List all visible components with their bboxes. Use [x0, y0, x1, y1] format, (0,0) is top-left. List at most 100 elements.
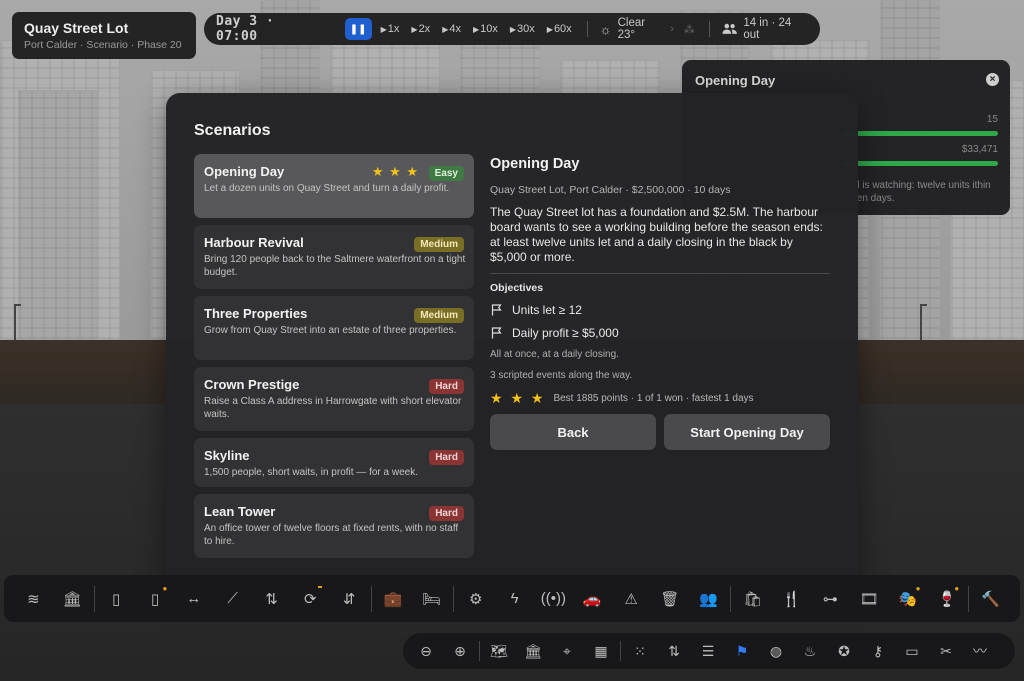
- play-icon: ▶: [380, 24, 387, 34]
- divider: [370, 585, 372, 612]
- scenario-item-lean-tower[interactable]: Lean Tower Hard An office tower of twelv…: [194, 494, 474, 558]
- sort-arrows-icon[interactable]: ⇅: [657, 636, 691, 666]
- map-icon[interactable]: 🗺: [482, 636, 516, 666]
- speed-1x-button[interactable]: ▶ 1x: [378, 23, 403, 35]
- people-icon[interactable]: 👥: [689, 581, 728, 617]
- film-icon[interactable]: 🎞: [850, 581, 889, 617]
- objective-item: Units let ≥ 12: [490, 302, 830, 317]
- cash-icon[interactable]: ▭: [895, 636, 929, 666]
- back-button[interactable]: Back: [490, 414, 656, 450]
- escalator-icon[interactable]: ⟳: [291, 581, 330, 617]
- best-record-text: Best 1885 points · 1 of 1 won · fastest …: [553, 393, 754, 404]
- start-scenario-button[interactable]: Start Opening Day: [664, 414, 830, 450]
- theater-masks-icon[interactable]: 🎭 ●: [889, 581, 928, 617]
- speed-2x-button[interactable]: ▶ 2x: [408, 23, 433, 35]
- divider: [479, 641, 480, 661]
- zoom-in-icon[interactable]: ⊕: [443, 636, 477, 666]
- scenario-item-harbour-revival[interactable]: Harbour Revival Medium Bring 120 people …: [194, 225, 474, 289]
- dumbbell-icon[interactable]: ⊶: [811, 581, 850, 617]
- scenario-item-opening-day[interactable]: Opening Day ★ ★ ★ Easy Let a dozen units…: [194, 154, 474, 218]
- difficulty-badge: Medium: [414, 237, 464, 252]
- stairs-icon[interactable]: ⟋: [213, 581, 252, 617]
- lock-icon: ●: [915, 583, 921, 593]
- speed-10x-button[interactable]: ▶ 10x: [470, 23, 501, 35]
- pause-icon: ❚❚: [349, 23, 367, 35]
- difficulty-badge: Hard: [429, 379, 464, 394]
- scenario-item-skyline[interactable]: Skyline Hard 1,500 people, short waits, …: [194, 438, 474, 487]
- build-toolbar: ≋ 🏛 ▯ ▯ ● ↔ ⟋ ⇅ ⟳ ⇵ 💼 🛏 ⚙ ϟ ((•)) 🚗 ⚠ 🗑 👥…: [4, 575, 1020, 622]
- pause-button[interactable]: ❚❚: [344, 18, 372, 40]
- door-locked-icon[interactable]: ▯ ●: [136, 581, 175, 617]
- divider: [586, 21, 588, 37]
- elevator-icon[interactable]: ⇅: [252, 581, 291, 617]
- scenario-description: Grow from Quay Street into an estate of …: [204, 325, 457, 336]
- crosshair-icon[interactable]: ⌖: [550, 636, 584, 666]
- briefcase-icon[interactable]: 💼: [374, 581, 413, 617]
- sliders-icon[interactable]: ☰: [691, 636, 725, 666]
- street-lamp: [14, 304, 21, 340]
- hammer-icon[interactable]: 🔨: [971, 581, 1010, 617]
- objective-label: Daily profit ≥ $5,000: [512, 325, 619, 340]
- divider: [93, 585, 95, 612]
- building-icon[interactable]: ▦: [584, 636, 618, 666]
- lock-icon: ●: [954, 583, 960, 593]
- bed-icon[interactable]: 🛏: [412, 581, 451, 617]
- award-icon[interactable]: ✪: [827, 636, 861, 666]
- globe-icon[interactable]: ◍: [759, 636, 793, 666]
- lock-icon: ●: [162, 583, 168, 593]
- notification-dot: [317, 585, 322, 588]
- scenario-item-crown-prestige[interactable]: Crown Prestige Hard Raise a Class A addr…: [194, 367, 474, 431]
- layers-icon[interactable]: ≋: [14, 581, 53, 617]
- arrows-horizontal-icon[interactable]: ↔: [174, 581, 213, 617]
- bank-icon[interactable]: 🏛: [53, 581, 92, 617]
- bank-icon[interactable]: 🏛: [516, 636, 550, 666]
- shopping-bag-icon[interactable]: 🛍: [733, 581, 772, 617]
- population-indicator[interactable]: 14 in · 24 out: [722, 17, 808, 41]
- scenario-item-three-properties[interactable]: Three Properties Medium Grow from Quay S…: [194, 296, 474, 360]
- close-icon[interactable]: ×: [986, 73, 999, 86]
- antenna-icon[interactable]: ((•)): [534, 581, 573, 617]
- star-rating: ★ ★ ★: [490, 390, 546, 406]
- grid-icon[interactable]: ⁙: [623, 636, 657, 666]
- objective-label: Units let ≥ 12: [512, 302, 582, 317]
- door-icon[interactable]: ▯: [97, 581, 136, 617]
- progress-bar: [842, 161, 998, 166]
- flame-icon[interactable]: ♨: [793, 636, 827, 666]
- speed-30x-button[interactable]: ▶ 30x: [507, 23, 538, 35]
- speed-4x-button[interactable]: ▶ 4x: [439, 23, 464, 35]
- scenario-name: Opening Day: [204, 164, 285, 179]
- fork-knife-icon[interactable]: 🍴: [772, 581, 811, 617]
- wine-glass-icon[interactable]: 🍷 ●: [927, 581, 966, 617]
- play-icon: ▶: [442, 24, 449, 34]
- flag-icon[interactable]: ⚑: [725, 636, 759, 666]
- objective-note: All at once, at a daily closing.: [490, 349, 619, 360]
- tools-icon[interactable]: ✂: [929, 636, 963, 666]
- dialog-actions: Back Start Opening Day: [490, 414, 830, 450]
- difficulty-badge: Easy: [428, 166, 464, 181]
- gears-icon[interactable]: ⚙: [456, 581, 495, 617]
- car-icon[interactable]: 🚗: [573, 581, 612, 617]
- objective-panel-title: Opening Day: [695, 73, 776, 88]
- warning-icon[interactable]: ⚠: [612, 581, 651, 617]
- speed-label: 10x: [480, 23, 498, 35]
- speed-label: 2x: [418, 23, 431, 35]
- zoom-out-icon[interactable]: ⊖: [409, 636, 443, 666]
- detail-meta: Quay Street Lot, Port Calder · $2,500,00…: [490, 184, 731, 196]
- play-icon: ▶: [411, 24, 418, 34]
- speed-60x-button[interactable]: ▶ 60x: [544, 23, 575, 35]
- lightning-icon[interactable]: ϟ: [495, 581, 534, 617]
- trend-icon[interactable]: 〰: [963, 636, 997, 666]
- speed-label: 4x: [449, 23, 461, 35]
- key-icon[interactable]: ⚷: [861, 636, 895, 666]
- events-note: 3 scripted events along the way.: [490, 370, 633, 381]
- weather-indicator[interactable]: ☼ Clear 23° › ⁂: [600, 17, 697, 41]
- scenario-list: Opening Day ★ ★ ★ Easy Let a dozen units…: [194, 154, 474, 565]
- elevator-express-icon[interactable]: ⇵: [330, 581, 369, 617]
- chevron-right-icon: ›: [670, 23, 674, 35]
- objective-note: d is watching: twelve units ithin ten da…: [854, 180, 991, 204]
- difficulty-badge: Medium: [414, 308, 464, 323]
- play-icon: ▶: [546, 24, 553, 34]
- trash-icon[interactable]: 🗑: [651, 581, 690, 617]
- divider: [490, 273, 830, 274]
- lot-info-card[interactable]: Quay Street Lot Port Calder · Scenario ·…: [12, 12, 196, 59]
